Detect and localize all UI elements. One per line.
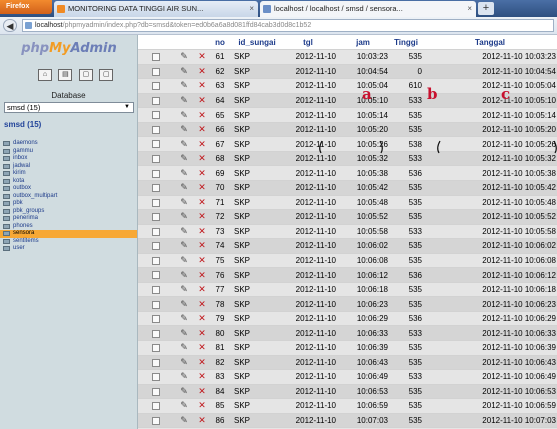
sidebar-table-label: jadwal xyxy=(13,162,31,169)
table-icon[interactable] xyxy=(3,216,10,221)
table-icon[interactable] xyxy=(3,141,10,146)
new-tab-button[interactable]: + xyxy=(478,2,494,15)
table-icon[interactable] xyxy=(3,186,10,191)
tab-close-icon[interactable]: × xyxy=(249,1,254,16)
navigation-panel: phpMyAdmin ⌂ ▤ ▢ ▢ Database smsd (15) ▼ … xyxy=(0,35,138,429)
sidebar-table-label: inbox xyxy=(13,155,28,161)
annotation-marker-b: b xyxy=(427,85,438,103)
url-host: localhost xyxy=(35,22,63,29)
table-icon[interactable] xyxy=(3,163,10,169)
annotation-marker-a: a xyxy=(362,85,372,103)
browser-tab-phpmyadmin[interactable]: localhost / localhost / smsd / sensora..… xyxy=(260,1,476,17)
table-icon[interactable] xyxy=(3,201,10,206)
tab-title: localhost / localhost / smsd / sensora..… xyxy=(274,4,403,13)
sidebar-table-sensora[interactable]: sensora xyxy=(0,230,137,238)
browse-results-panel: no id_sungai tgl jam Tinggi Tanggal ✎ ✕ 61… xyxy=(138,35,557,429)
phpmyadmin-logo[interactable]: phpMyAdmin xyxy=(4,41,134,56)
sidebar-table-pbk[interactable]: pbk xyxy=(0,200,137,208)
sidebar-table-kota[interactable]: kota xyxy=(0,178,137,186)
bracket-a-right xyxy=(379,140,383,154)
annotation-marker-c: c xyxy=(501,85,511,103)
chevron-down-icon: ▼ xyxy=(124,104,130,110)
table-icon[interactable] xyxy=(3,178,10,184)
sidebar-table-jadwal[interactable]: jadwal xyxy=(0,163,137,171)
sidebar-table-inbox[interactable]: inbox xyxy=(0,155,137,163)
sidebar-table-label: outbox_multipart xyxy=(13,192,58,199)
sidebar-table-label: sentitems xyxy=(13,237,39,244)
table-list: daemons gammu inbox jadwal kirim kota outbox ou… xyxy=(0,140,137,253)
sidebar-table-user[interactable]: user xyxy=(0,245,137,253)
table-icon[interactable] xyxy=(3,246,10,251)
firefox-menu-button[interactable]: Firefox xyxy=(0,0,52,14)
table-icon[interactable] xyxy=(3,208,10,214)
sidebar-table-label: penerima xyxy=(13,215,39,221)
sidebar-table-penerima[interactable]: penerima xyxy=(0,215,137,223)
url-path: /phpmyadmin/index.php?db=smsd&token=ed0b… xyxy=(62,22,312,29)
sidebar-table-outbox[interactable]: outbox xyxy=(0,185,137,193)
bracket-c-right xyxy=(553,140,557,154)
url-bar[interactable]: localhost/phpmyadmin/index.php?db=smsd&t… xyxy=(22,19,554,32)
sidebar-table-label: sensora xyxy=(13,230,35,236)
sidebar-table-label: user xyxy=(13,245,25,251)
sidebar-table-sentitems[interactable]: sentitems xyxy=(0,238,137,246)
browser-tab-monitoring[interactable]: MONITORING DATA TINGGI AIR SUN... × xyxy=(54,1,258,17)
bracket-a xyxy=(319,140,323,154)
sidebar-table-pbk-groups[interactable]: pbk_groups xyxy=(0,208,137,216)
quick-links: ⌂ ▤ ▢ ▢ xyxy=(38,69,115,81)
docs-icon[interactable]: ▢ xyxy=(99,69,114,81)
tab-favicon-icon xyxy=(57,5,65,13)
table-icon[interactable] xyxy=(3,223,10,229)
table-icon[interactable] xyxy=(3,148,10,154)
sidebar-table-label: outbox xyxy=(13,185,32,191)
table-icon[interactable] xyxy=(3,156,10,161)
bracket-c xyxy=(437,140,441,154)
table-icon[interactable] xyxy=(3,193,10,199)
sidebar-table-label: kota xyxy=(13,177,25,184)
table-icon[interactable] xyxy=(3,231,10,236)
sidebar-table-label: pbk xyxy=(13,200,23,206)
browser-nav-bar: ◀ localhost/phpmyadmin/index.php?db=smsd… xyxy=(0,17,557,35)
back-button[interactable]: ◀ xyxy=(3,19,17,32)
tab-title: MONITORING DATA TINGGI AIR SUN... xyxy=(68,4,204,13)
table-icon[interactable] xyxy=(3,238,10,244)
tab-favicon-icon xyxy=(263,5,271,13)
browser-tab-bar: Firefox MONITORING DATA TINGGI AIR SUN..… xyxy=(0,0,557,17)
site-identity-icon[interactable] xyxy=(25,22,32,29)
sidebar-table-kirim[interactable]: kirim xyxy=(0,170,137,178)
database-select-value: smsd (15) xyxy=(7,103,41,112)
sql-window-icon[interactable]: ▤ xyxy=(58,69,73,81)
sidebar-table-label: pbk_groups xyxy=(13,207,45,214)
sidebar-table-label: gammu xyxy=(13,147,34,154)
sidebar-table-label: kirim xyxy=(13,170,26,176)
tab-close-icon[interactable]: × xyxy=(467,1,472,16)
sidebar-table-gammu[interactable]: gammu xyxy=(0,148,137,156)
sidebar-table-phones[interactable]: phones xyxy=(0,223,137,231)
database-heading-link[interactable]: smsd (15) xyxy=(4,120,41,129)
database-label: Database xyxy=(51,91,86,100)
table-icon[interactable] xyxy=(3,171,10,176)
annotation-overlay xyxy=(319,140,557,154)
logo-admin-text: Admin xyxy=(70,41,117,56)
home-icon[interactable]: ⌂ xyxy=(38,69,52,81)
sidebar-table-daemons[interactable]: daemons xyxy=(0,140,137,148)
logo-php-text: php xyxy=(21,41,50,56)
query-icon[interactable]: ▢ xyxy=(78,69,93,81)
sidebar-table-label: phones xyxy=(13,222,33,229)
database-select[interactable]: smsd (15) ▼ xyxy=(4,102,134,113)
logo-my-text: My xyxy=(49,41,71,56)
sidebar-table-label: daemons xyxy=(13,140,38,146)
sidebar-table-outbox-multipart[interactable]: outbox_multipart xyxy=(0,193,137,201)
